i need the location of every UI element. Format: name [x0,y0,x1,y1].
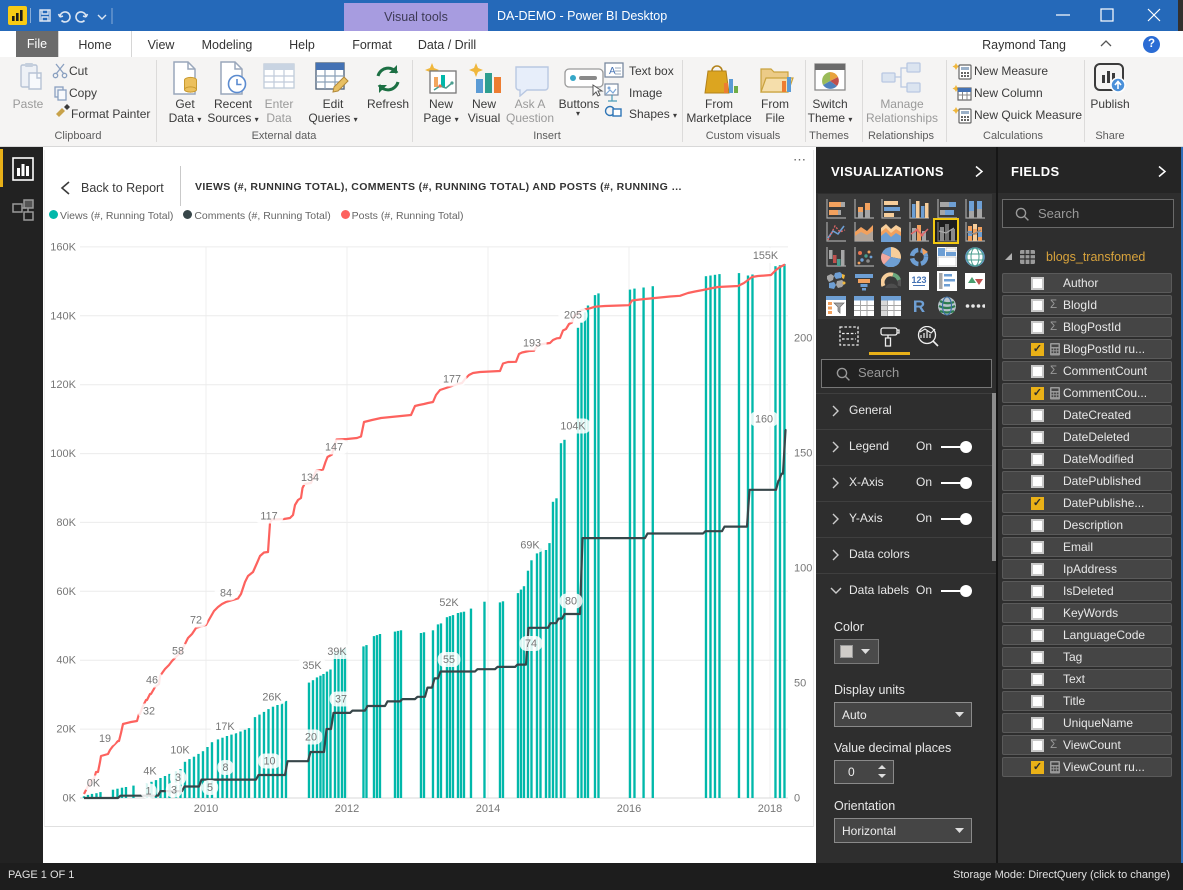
svg-text:3: 3 [171,785,177,797]
svg-text:100: 100 [794,563,812,575]
svg-text:52K: 52K [439,597,459,609]
svg-text:A: A [609,66,616,77]
svg-text:20K: 20K [56,724,76,736]
svg-text:10K: 10K [170,745,190,757]
svg-text:26K: 26K [262,692,282,704]
svg-text:39K: 39K [327,646,347,658]
svg-text:147: 147 [325,442,343,454]
svg-text:58: 58 [172,646,184,658]
svg-text:205: 205 [564,310,582,322]
svg-text:R: R [913,297,925,316]
svg-text:140K: 140K [50,310,76,322]
svg-text:104K: 104K [560,421,586,433]
svg-text:4K: 4K [143,766,157,778]
svg-text:0: 0 [794,793,800,805]
svg-text:8: 8 [222,762,228,774]
svg-text:2016: 2016 [617,803,641,815]
svg-text:74: 74 [525,638,537,650]
svg-text:84: 84 [220,588,232,600]
svg-text:32: 32 [143,706,155,718]
svg-text:120K: 120K [50,379,76,391]
svg-text:155K: 155K [753,250,779,262]
svg-text:193: 193 [523,338,541,350]
svg-text:1: 1 [145,786,151,798]
svg-text:2010: 2010 [194,803,218,815]
svg-text:20: 20 [305,732,317,744]
svg-text:46: 46 [146,675,158,687]
svg-text:150: 150 [794,448,812,460]
svg-text:60K: 60K [56,586,76,598]
svg-text:117: 117 [260,511,277,523]
svg-text:177: 177 [443,374,461,386]
svg-text:0K: 0K [63,793,77,805]
svg-text:69K: 69K [520,540,540,552]
svg-text:2014: 2014 [476,803,500,815]
svg-text:0K: 0K [87,778,101,790]
svg-text:55: 55 [443,654,455,666]
svg-text:37: 37 [335,694,347,706]
svg-text:50: 50 [794,678,806,690]
svg-text:2012: 2012 [335,803,359,815]
svg-text:10: 10 [263,756,275,768]
svg-text:40K: 40K [56,655,76,667]
svg-text:160: 160 [755,414,773,426]
svg-text:200: 200 [794,333,812,345]
svg-text:3: 3 [175,772,181,784]
svg-text:80K: 80K [56,517,76,529]
svg-text:35K: 35K [302,660,322,672]
svg-text:160K: 160K [50,241,76,253]
svg-text:5: 5 [207,782,213,794]
svg-text:2018: 2018 [758,803,782,815]
svg-text:100K: 100K [50,448,76,460]
svg-text:72: 72 [190,615,202,627]
svg-text:19: 19 [99,733,111,745]
svg-text:134: 134 [301,472,319,484]
svg-text:123: 123 [911,275,926,285]
svg-text:80: 80 [565,596,577,608]
svg-text:17K: 17K [215,721,235,733]
